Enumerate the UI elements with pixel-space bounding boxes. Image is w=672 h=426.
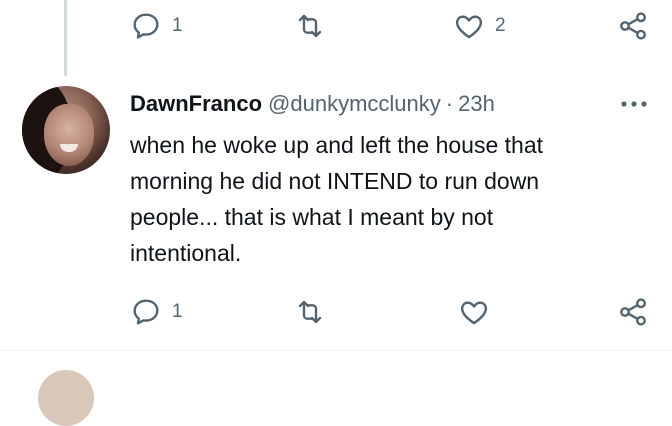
timestamp[interactable]: 23h — [458, 90, 495, 118]
more-options-icon — [621, 101, 647, 107]
previous-tweet-actions: 1 2 — [0, 6, 672, 46]
share-button[interactable] — [617, 6, 649, 46]
retweet-icon — [298, 14, 322, 38]
reply-button[interactable]: 1 — [130, 6, 183, 46]
reply-count: 1 — [172, 301, 183, 322]
like-button[interactable] — [458, 292, 500, 332]
like-count: 2 — [495, 15, 506, 36]
retweet-icon — [298, 300, 322, 324]
tweet-divider — [0, 350, 672, 351]
tweet-actions: 1 — [0, 292, 672, 332]
tweet-text: when he woke up and left the house that … — [130, 132, 544, 266]
display-name[interactable]: DawnFranco — [130, 90, 262, 118]
reply-icon — [133, 299, 159, 325]
like-button[interactable]: 2 — [453, 6, 506, 46]
reply-button[interactable]: 1 — [130, 292, 183, 332]
separator-dot: · — [445, 91, 454, 116]
next-tweet-avatar[interactable] — [38, 370, 94, 426]
retweet-button[interactable] — [294, 292, 336, 332]
reply-icon — [133, 13, 159, 39]
more-options-button[interactable] — [616, 92, 652, 116]
share-icon — [620, 12, 646, 40]
avatar[interactable] — [22, 86, 110, 174]
share-icon — [620, 298, 646, 326]
heart-icon — [455, 15, 483, 39]
user-handle[interactable]: @dunkymcclunky — [268, 90, 441, 118]
share-button[interactable] — [617, 292, 649, 332]
retweet-button[interactable] — [294, 6, 336, 46]
tweet-header: DawnFranco @dunkymcclunky · 23h — [130, 90, 630, 118]
heart-icon — [460, 301, 488, 325]
reply-count: 1 — [172, 15, 183, 36]
